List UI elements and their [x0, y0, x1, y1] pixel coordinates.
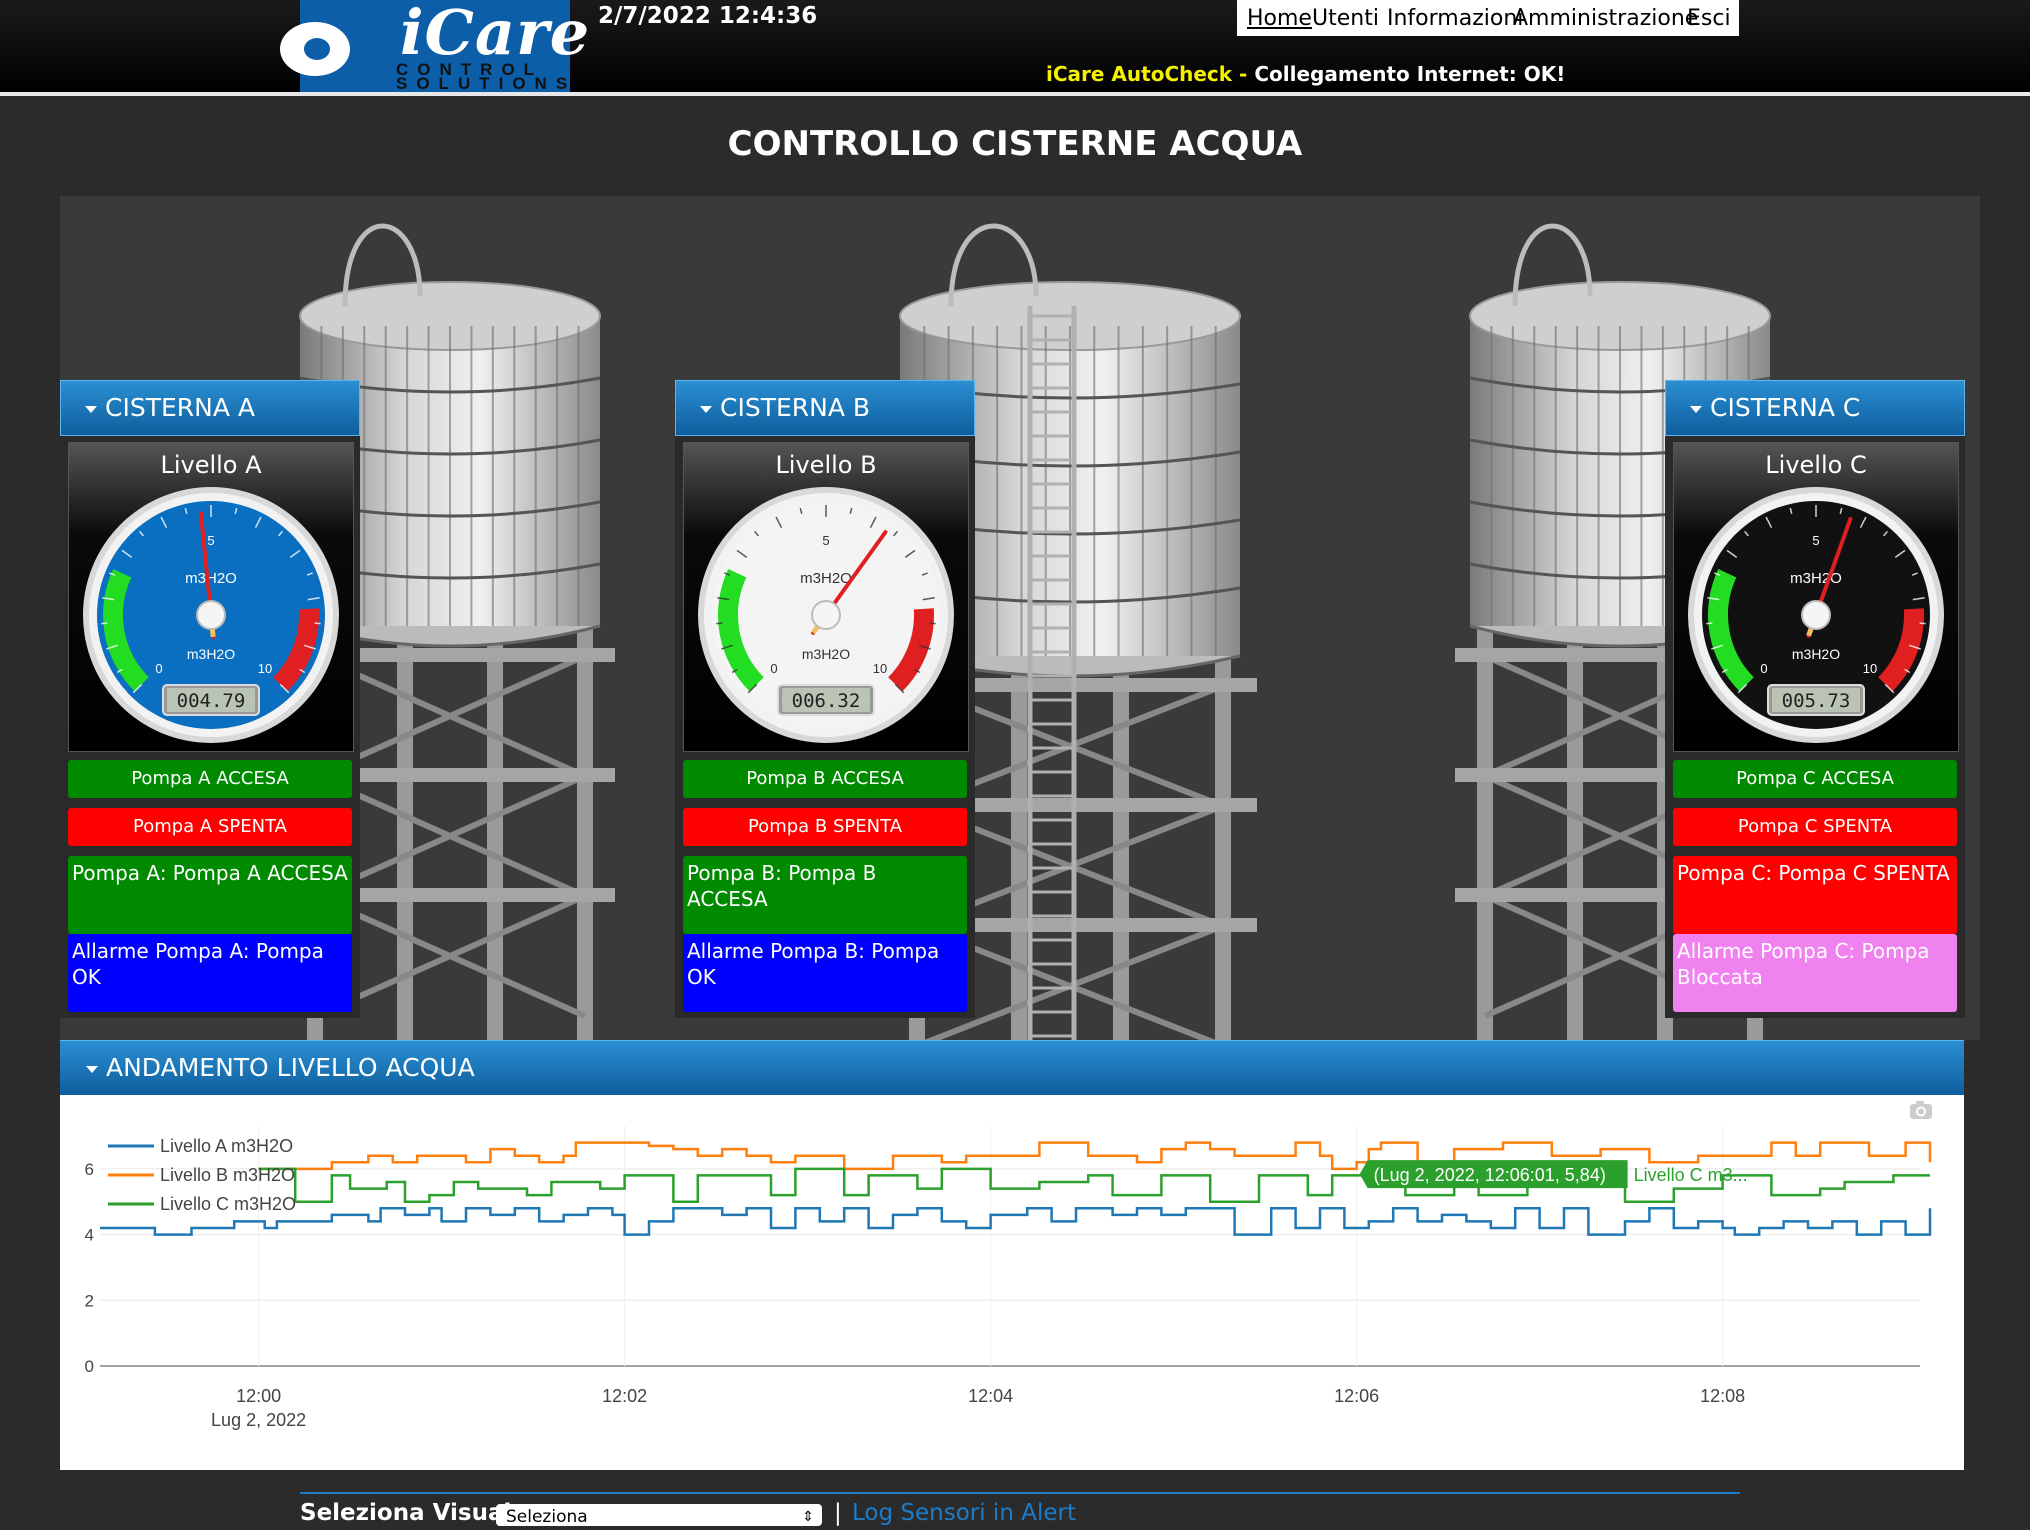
tank-panel-header[interactable]: CISTERNA A: [60, 380, 360, 436]
collapse-triangle-icon: [86, 1066, 98, 1073]
series-line-a[interactable]: [100, 1208, 1930, 1234]
gauge-scale-min: 0: [155, 661, 162, 676]
chart-panel-header[interactable]: ANDAMENTO LIVELLO ACQUA: [60, 1040, 1964, 1095]
logo-subtitle-2: SOLUTIONS: [396, 74, 576, 94]
level-gauge-box: Livello C 0 5 10 m3H2O m3H2O 005.73: [1673, 442, 1959, 752]
tank-panel-title: CISTERNA C: [1710, 393, 1860, 422]
x-tick-label: 12:00: [236, 1386, 281, 1406]
pump-state-indicator: Pompa B: Pompa B ACCESA: [683, 856, 967, 934]
tank-panel-b: CISTERNA B Livello B 0 5 10 m3H2O m3H2O 006.3…: [675, 380, 975, 1018]
nav-home[interactable]: Home: [1247, 6, 1312, 31]
pump-alarm-indicator: Allarme Pompa C: Pompa Bloccata: [1673, 934, 1957, 1012]
pump-on-button[interactable]: Pompa A ACCESA: [68, 760, 352, 798]
y-tick-label: 0: [85, 1357, 94, 1376]
gauge-title: Livello C: [1674, 451, 1958, 479]
tank-panel-a: CISTERNA A Livello A 0 5 10 m3H2O m3H2O 004.7…: [60, 380, 360, 1018]
gauge-title: Livello B: [684, 451, 968, 479]
tank-panel-header[interactable]: CISTERNA C: [1665, 380, 1965, 436]
water-level-chart-panel: ANDAMENTO LIVELLO ACQUA 0 2 4 6 12:00 12:02 12…: [60, 1040, 1964, 1470]
y-tick-label: 4: [85, 1226, 94, 1245]
current-datetime: 2/7/2022 12:4:36: [598, 3, 817, 29]
tooltip-value: (Lug 2, 2022, 12:06:01, 5,84): [1374, 1165, 1606, 1185]
autocheck-label: iCare AutoCheck -: [1046, 62, 1254, 86]
level-gauge-box: Livello A 0 5 10 m3H2O m3H2O 004.79: [68, 442, 354, 752]
legend-label[interactable]: Livello A m3H2O: [160, 1136, 293, 1156]
camera-icon[interactable]: [1910, 1101, 1932, 1119]
y-tick-label: 6: [85, 1160, 94, 1179]
collapse-triangle-icon: [85, 406, 97, 413]
gauge-unit-label: m3H2O: [802, 646, 850, 662]
pump-alarm-indicator: Allarme Pompa B: Pompa OK: [683, 934, 967, 1012]
y-tick-label: 2: [85, 1291, 94, 1310]
gauge-title: Livello A: [69, 451, 353, 479]
legend-label[interactable]: Livello C m3H2O: [160, 1194, 296, 1214]
gauge-lcd-display: 006.32: [792, 690, 861, 712]
level-gauge-box: Livello B 0 5 10 m3H2O m3H2O 006.32: [683, 442, 969, 752]
main-nav: Home Utenti Informazioni Amministrazione…: [1237, 0, 1739, 36]
pump-alarm-indicator: Allarme Pompa A: Pompa OK: [68, 934, 352, 1012]
x-tick-label: 12:02: [602, 1386, 647, 1406]
level-gauge: 0 5 10 m3H2O m3H2O 004.79: [75, 485, 347, 747]
nav-informazioni[interactable]: Informazioni: [1387, 6, 1523, 31]
gauge-scale-mid: 5: [1812, 533, 1819, 548]
log-sensors-alert-link[interactable]: Log Sensori in Alert: [852, 1500, 1076, 1526]
footer-separator: |: [834, 1500, 842, 1526]
tank-panel-title: CISTERNA B: [720, 393, 870, 422]
tooltip-series-name: Livello C m3...: [1634, 1165, 1748, 1185]
level-gauge: 0 5 10 m3H2O m3H2O 005.73: [1680, 485, 1952, 747]
level-gauge: 0 5 10 m3H2O m3H2O 006.32: [690, 485, 962, 747]
pump-state-indicator: Pompa C: Pompa C SPENTA: [1673, 856, 1957, 934]
gauge-scale-max: 10: [1863, 661, 1877, 676]
tank-panel-header[interactable]: CISTERNA B: [675, 380, 975, 436]
gauge-lcd-display: 004.79: [177, 690, 246, 712]
x-tick-label: 12:08: [1700, 1386, 1745, 1406]
nav-esci[interactable]: Esci: [1687, 6, 1731, 31]
gauge-scale-mid: 5: [207, 533, 214, 548]
gauge-unit-label: m3H2O: [1792, 646, 1840, 662]
gauge-scale-max: 10: [258, 661, 272, 676]
nav-utenti[interactable]: Utenti: [1312, 6, 1379, 31]
dropdown-arrows-icon: ⇕: [802, 1504, 814, 1530]
top-bar: iCare CONTROL SOLUTIONS 2/7/2022 12:4:36…: [0, 0, 2030, 96]
chart-panel-title: ANDAMENTO LIVELLO ACQUA: [106, 1053, 475, 1082]
tank-panel-title: CISTERNA A: [105, 393, 255, 422]
select-view-dropdown[interactable]: Seleziona ⇕: [496, 1504, 822, 1526]
gauge-unit-label: m3H2O: [800, 570, 852, 587]
collapse-triangle-icon: [1690, 406, 1702, 413]
pump-off-button[interactable]: Pompa C SPENTA: [1673, 808, 1957, 846]
gauge-hub: [197, 601, 225, 629]
pump-on-button[interactable]: Pompa B ACCESA: [683, 760, 967, 798]
logo-text: iCare: [400, 0, 590, 69]
autocheck-status: iCare AutoCheck - Collegamento Internet:…: [1046, 62, 1565, 86]
select-view-value: Seleziona: [506, 1507, 588, 1527]
page-title: CONTROLLO CISTERNE ACQUA: [0, 124, 2030, 164]
gauge-scale-max: 10: [873, 661, 887, 676]
gauge-hub: [812, 601, 840, 629]
hover-tooltip: (Lug 2, 2022, 12:06:01, 5,84) Livello C m…: [1360, 1160, 1748, 1188]
gauge-unit-label: m3H2O: [185, 570, 237, 587]
gauge-unit-label: m3H2O: [1790, 570, 1842, 587]
pump-off-button[interactable]: Pompa B SPENTA: [683, 808, 967, 846]
logo-emblem-icon: [300, 0, 392, 92]
nav-amministrazione[interactable]: Amministrazione: [1513, 6, 1698, 31]
gauge-hub: [1802, 601, 1830, 629]
autocheck-text: Collegamento Internet: OK!: [1254, 62, 1565, 86]
x-tick-label: 12:04: [968, 1386, 1013, 1406]
legend-label[interactable]: Livello B m3H2O: [160, 1165, 295, 1185]
collapse-triangle-icon: [700, 406, 712, 413]
x-date-label: Lug 2, 2022: [211, 1410, 306, 1430]
pump-state-indicator: Pompa A: Pompa A ACCESA: [68, 856, 352, 934]
gauge-unit-label: m3H2O: [187, 646, 235, 662]
water-level-line-chart[interactable]: 0 2 4 6 12:00 12:02 12:04 12:06 12:08 Lug 2, 2022…: [60, 1096, 1964, 1466]
gauge-scale-min: 0: [770, 661, 777, 676]
footer-bar: Seleziona Visuale: Seleziona ⇕ | Log Sen…: [300, 1490, 1740, 1526]
gauge-scale-min: 0: [1760, 661, 1767, 676]
x-tick-label: 12:06: [1334, 1386, 1379, 1406]
pump-on-button[interactable]: Pompa C ACCESA: [1673, 760, 1957, 798]
gauge-scale-mid: 5: [822, 533, 829, 548]
gauge-lcd-display: 005.73: [1782, 690, 1851, 712]
tank-panel-c: CISTERNA C Livello C 0 5 10 m3H2O m3H2O 005.7…: [1665, 380, 1965, 1018]
pump-off-button[interactable]: Pompa A SPENTA: [68, 808, 352, 846]
